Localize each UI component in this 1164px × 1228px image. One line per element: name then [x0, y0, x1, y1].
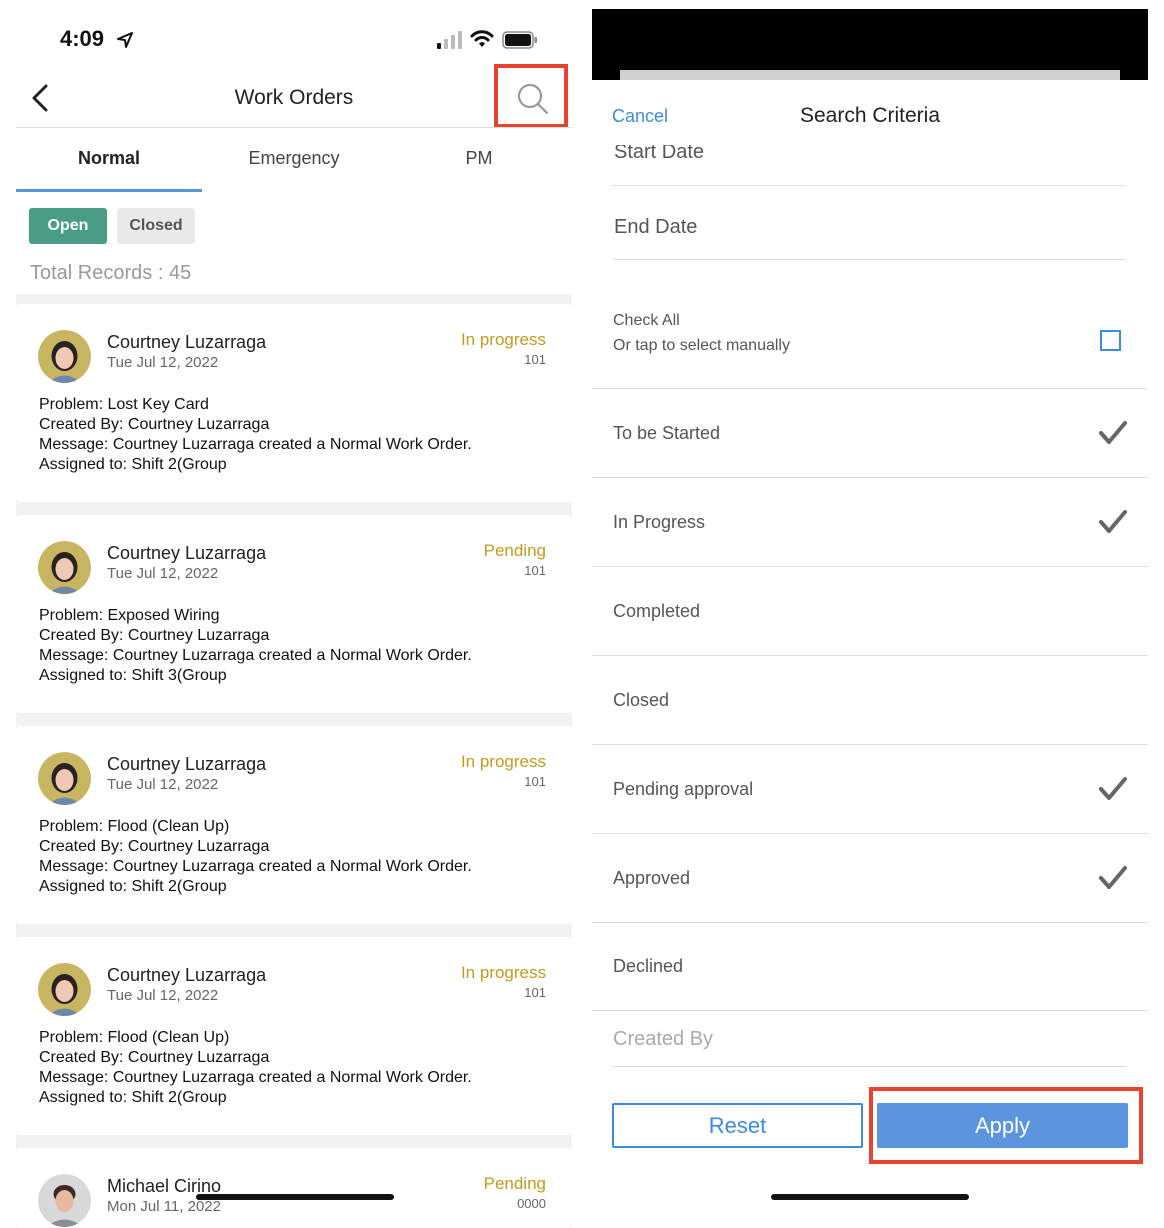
end-date-field[interactable]: End Date [614, 216, 697, 239]
wifi-icon [470, 30, 494, 47]
message-text: Message: Courtney Luzarraga created a No… [39, 1069, 472, 1086]
start-date-label: Start Date [614, 145, 705, 163]
divider [592, 566, 1148, 567]
search-criteria-screen: Cancel Search Criteria Start Date End Da… [592, 0, 1148, 1228]
tab-normal[interactable]: Normal [16, 148, 202, 169]
divider [592, 477, 1148, 478]
avatar [38, 1174, 91, 1227]
status-time: 4:09 [60, 26, 105, 51]
option-approved[interactable]: Approved [613, 868, 690, 889]
divider [612, 1066, 1126, 1067]
created-by-text: Created By: Courtney Luzarraga [39, 838, 270, 855]
order-date: Tue Jul 12, 2022 [107, 776, 219, 793]
status-label: In progress [460, 963, 546, 982]
check-all-label: Check All [613, 312, 680, 329]
work-order-card[interactable]: Courtney Luzarraga Tue Jul 12, 2022 In p… [16, 726, 572, 924]
tab-emergency[interactable]: Emergency [201, 148, 387, 169]
reset-button[interactable]: Reset [612, 1103, 863, 1148]
divider [592, 388, 1148, 389]
order-number: 101 [524, 985, 546, 1000]
message-text: Message: Courtney Luzarraga created a No… [39, 436, 472, 453]
order-number: 101 [524, 352, 546, 367]
assigned-text: Assigned to: Shift 2(Group [39, 456, 227, 473]
work-order-card[interactable]: Courtney Luzarraga Tue Jul 12, 2022 In p… [16, 304, 572, 502]
status-label: Pending [483, 1174, 546, 1193]
status-label: In progress [460, 752, 546, 771]
requester-name: Courtney Luzarraga [107, 332, 267, 352]
order-number: 0000 [517, 1196, 546, 1211]
requester-name: Courtney Luzarraga [107, 754, 267, 774]
assigned-text: Assigned to: Shift 2(Group [39, 878, 227, 895]
apply-button[interactable]: Apply [877, 1103, 1128, 1148]
check-all-checkbox[interactable] [1100, 330, 1121, 351]
problem-text: Problem: Flood (Clean Up) [39, 818, 230, 835]
underlying-sheet-edge [620, 70, 1120, 80]
divider [592, 922, 1148, 923]
home-indicator[interactable] [196, 1194, 394, 1200]
search-icon [517, 83, 549, 115]
nav-divider [16, 127, 572, 128]
divider [592, 744, 1148, 745]
work-order-card[interactable]: Michael Cirino Mon Jul 11, 2022 Pending … [16, 1148, 572, 1228]
message-text: Message: Courtney Luzarraga created a No… [39, 858, 472, 875]
created-by-text: Created By: Courtney Luzarraga [39, 1049, 270, 1066]
problem-text: Problem: Lost Key Card [39, 396, 209, 413]
avatar [38, 963, 91, 1016]
total-records: Total Records : 45 [30, 262, 192, 284]
avatar [38, 541, 91, 594]
created-by-text: Created By: Courtney Luzarraga [39, 416, 270, 433]
divider [592, 1010, 1148, 1011]
order-date: Tue Jul 12, 2022 [107, 354, 219, 371]
option-completed[interactable]: Completed [613, 601, 700, 622]
order-number: 101 [524, 774, 546, 789]
active-tab-indicator [16, 189, 202, 192]
battery-icon [502, 31, 537, 49]
divider [592, 655, 1148, 656]
work-order-card[interactable]: Courtney Luzarraga Tue Jul 12, 2022 Pend… [16, 515, 572, 713]
avatar [38, 330, 91, 383]
order-date: Tue Jul 12, 2022 [107, 565, 219, 582]
order-date: Mon Jul 11, 2022 [107, 1198, 221, 1215]
divider [612, 185, 1126, 186]
option-in-progress[interactable]: In Progress [613, 512, 705, 533]
problem-text: Problem: Flood (Clean Up) [39, 1029, 230, 1046]
option-to-be-started[interactable]: To be Started [613, 423, 720, 444]
problem-text: Problem: Exposed Wiring [39, 607, 220, 624]
start-date-field[interactable]: Start Date [614, 145, 704, 163]
created-by-text: Created By: Courtney Luzarraga [39, 627, 270, 644]
cell-signal-icon [437, 31, 462, 49]
status-label: Pending [483, 541, 546, 560]
divider [612, 259, 1126, 260]
order-number: 101 [524, 563, 546, 578]
home-indicator[interactable] [771, 1194, 969, 1200]
page-title: Search Criteria [799, 104, 941, 127]
check-all-hint: Or tap to select manually [613, 337, 790, 354]
order-date: Tue Jul 12, 2022 [107, 987, 219, 1004]
open-filter-button[interactable]: Open [29, 208, 107, 244]
message-text: Message: Courtney Luzarraga created a No… [39, 647, 472, 664]
assigned-text: Assigned to: Shift 2(Group [39, 1089, 227, 1106]
status-label: In progress [460, 330, 546, 349]
option-closed[interactable]: Closed [613, 690, 669, 711]
option-pending-approval[interactable]: Pending approval [613, 779, 753, 800]
work-order-card[interactable]: Courtney Luzarraga Tue Jul 12, 2022 In p… [16, 937, 572, 1135]
assigned-text: Assigned to: Shift 3(Group [39, 667, 227, 684]
requester-name: Courtney Luzarraga [107, 965, 267, 985]
checkmark-icon [1099, 866, 1127, 889]
location-arrow-icon [117, 32, 133, 48]
work-orders-screen: 4:09 Work Orders Normal Emergency PM Ope… [0, 0, 588, 1228]
created-by-field[interactable]: Created By [613, 1028, 713, 1051]
avatar [38, 752, 91, 805]
option-declined[interactable]: Declined [613, 956, 683, 977]
checkmark-icon [1099, 421, 1127, 444]
checkmark-icon [1099, 777, 1127, 800]
requester-name: Courtney Luzarraga [107, 543, 267, 563]
divider [592, 833, 1148, 834]
search-button[interactable] [494, 64, 568, 128]
closed-filter-button[interactable]: Closed [117, 208, 195, 244]
checkmark-icon [1099, 510, 1127, 533]
tab-pm[interactable]: PM [386, 148, 572, 169]
